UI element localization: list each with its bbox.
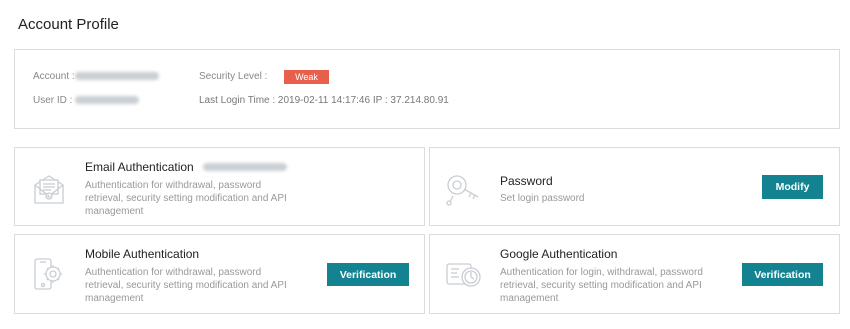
email-auth-desc: Authentication for withdrawal, password … (85, 180, 287, 217)
email-auth-title: Email Authentication (85, 160, 194, 174)
last-login-info: Last Login Time : 2019-02-11 14:17:46 IP… (199, 95, 449, 106)
security-level-label: Security Level : (199, 71, 268, 82)
password-desc: Set login password (500, 193, 585, 204)
email-auth-card: Email Authentication Authentication for … (14, 147, 425, 226)
google-auth-card: Google Authentication Authentication for… (429, 234, 840, 314)
key-icon (446, 175, 479, 206)
email-redacted (203, 163, 287, 171)
phone-gear-icon (34, 258, 62, 290)
mobile-verification-button[interactable]: Verification (327, 263, 409, 286)
google-auth-title: Google Authentication (500, 247, 618, 261)
google-verification-button[interactable]: Verification (742, 263, 823, 286)
userid-redacted (75, 96, 139, 104)
authenticator-icon (446, 263, 481, 287)
mobile-auth-title: Mobile Authentication (85, 247, 200, 261)
password-title: Password (500, 174, 553, 188)
account-label: Account : (33, 71, 75, 82)
google-auth-desc: Authentication for login, withdrawal, pa… (500, 267, 703, 304)
mobile-auth-desc: Authentication for withdrawal, password … (85, 267, 287, 304)
profile-summary: Account : User ID : Security Level : Wea… (14, 49, 840, 129)
envelope-icon (34, 175, 64, 204)
userid-label: User ID : (33, 95, 73, 106)
password-card: Password Set login password Modify (429, 147, 840, 226)
page-title: Account Profile (18, 16, 119, 33)
account-email-redacted (75, 72, 159, 80)
security-level-badge: Weak (284, 70, 329, 84)
mobile-auth-card: Mobile Authentication Authentication for… (14, 234, 425, 314)
modify-password-button[interactable]: Modify (762, 175, 823, 199)
